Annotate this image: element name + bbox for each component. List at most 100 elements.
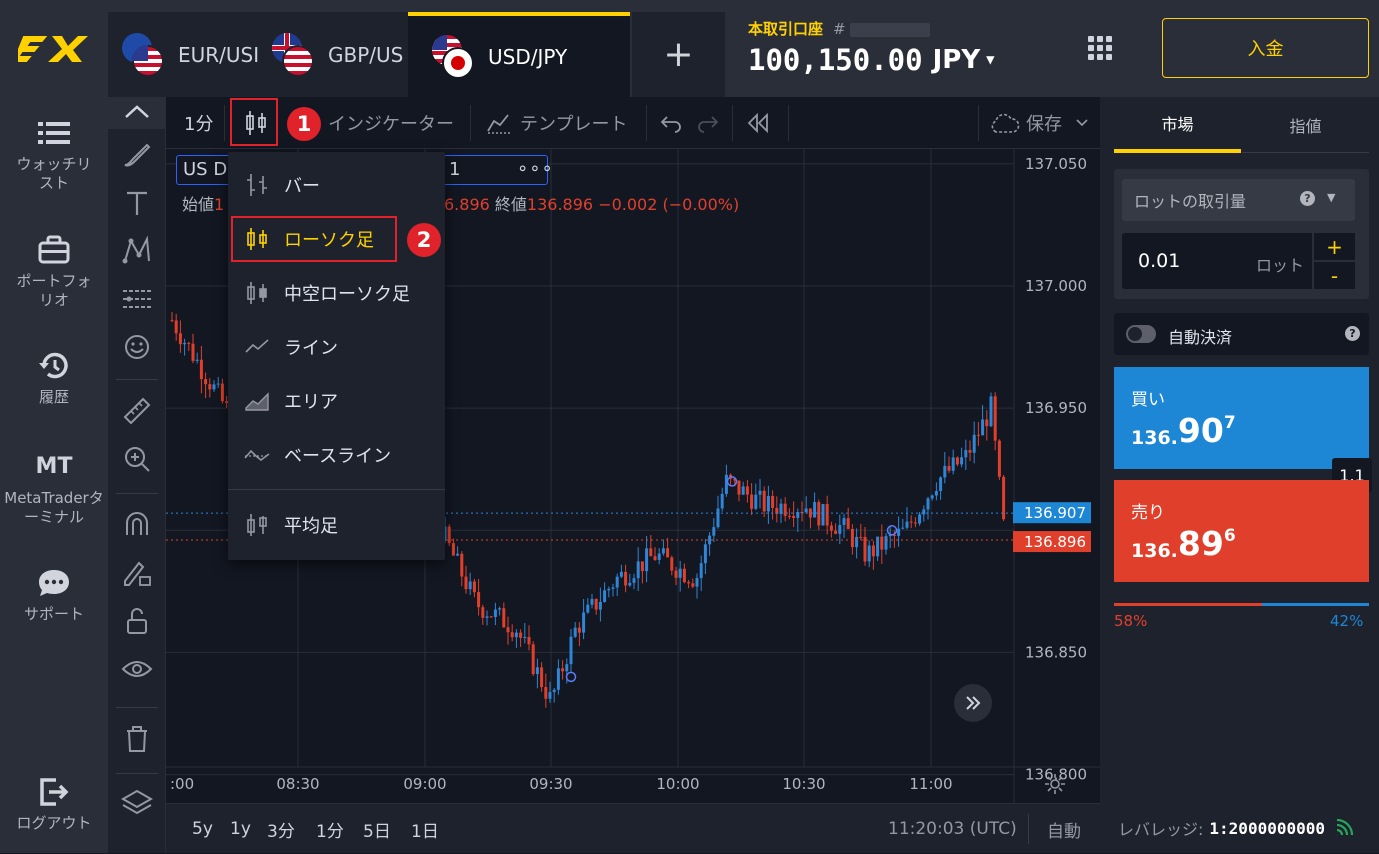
chat-icon — [39, 570, 69, 596]
menu-item-line[interactable]: ライン — [228, 324, 445, 370]
indicators-button[interactable]: インジケーター — [328, 97, 454, 149]
axis-settings-icon[interactable] — [1044, 773, 1066, 795]
candle-body — [477, 592, 481, 608]
candle-body — [871, 545, 875, 557]
menu-item-hollow-candles[interactable]: 中空ローソク足 — [228, 270, 445, 316]
trash-icon[interactable] — [121, 723, 153, 755]
apps-grid-icon[interactable] — [1088, 36, 1112, 60]
menu-item-baseline[interactable]: ベースライン — [228, 432, 445, 478]
help-icon[interactable]: ? — [1345, 326, 1360, 341]
menu-item-heikin-ashi[interactable]: 平均足 — [228, 502, 445, 548]
tab-label: EUR/USI — [178, 42, 258, 67]
brush-icon[interactable] — [121, 139, 153, 171]
auto-scale-button[interactable]: 自動 — [1047, 804, 1081, 854]
layers-icon[interactable] — [121, 787, 153, 819]
nav-label: ポートフォリオ — [16, 272, 92, 309]
menu-item-area[interactable]: エリア — [228, 378, 445, 424]
price-fraction: 6 — [1223, 526, 1236, 546]
fib-tool-icon[interactable] — [121, 283, 153, 315]
price-fraction: 7 — [1223, 413, 1236, 433]
tab-pending[interactable]: 指値 — [1242, 97, 1369, 153]
heikin-ashi-icon — [247, 514, 267, 536]
templates-button[interactable]: テンプレート — [486, 97, 627, 149]
tab-market[interactable]: 市場 — [1114, 97, 1241, 153]
menu-label: 中空ローソク足 — [284, 284, 410, 305]
candle-body — [594, 598, 598, 610]
range-3m[interactable]: 3分 — [267, 804, 295, 854]
range-1d[interactable]: 1日 — [411, 804, 439, 854]
pattern-tool-icon[interactable] — [121, 235, 153, 267]
redo-button[interactable] — [696, 97, 720, 149]
candle-body — [195, 359, 199, 361]
caret-down-icon: ▼ — [986, 52, 995, 68]
range-1y[interactable]: 1y — [230, 804, 251, 854]
y-tick-label: 137.050 — [1025, 155, 1087, 173]
candle-body — [750, 494, 754, 509]
range-5y[interactable]: 5y — [192, 804, 213, 854]
candle-body — [817, 502, 821, 526]
undo-button[interactable] — [659, 97, 683, 149]
auto-close-toggle[interactable] — [1126, 325, 1156, 343]
price-pips: 90 — [1177, 411, 1224, 450]
candle-body — [447, 526, 451, 544]
nav-watchlist[interactable]: ウォッチリスト — [0, 117, 108, 193]
chevron-up-icon — [125, 105, 149, 118]
zoom-in-icon[interactable] — [121, 443, 153, 475]
candle-body — [498, 608, 502, 610]
candle-body — [934, 491, 938, 496]
tab-eur-usd[interactable]: EUR/USI — [108, 12, 258, 97]
exness-logo[interactable] — [0, 0, 108, 97]
tab-gbp-usd[interactable]: GBP/US — [258, 12, 408, 97]
baseline-icon — [244, 449, 270, 462]
candle-body — [485, 616, 489, 618]
emoji-icon[interactable] — [121, 331, 153, 363]
clock-utc[interactable]: 11:20:03 (UTC) — [888, 804, 1017, 854]
candle-body — [544, 687, 548, 699]
ruler-icon[interactable] — [121, 395, 153, 427]
candle-body — [573, 627, 577, 637]
nav-logout[interactable]: ログアウト — [0, 776, 108, 833]
lock-drawing-icon[interactable] — [121, 557, 153, 589]
candle-body — [960, 457, 964, 465]
candle-body — [598, 601, 602, 610]
x-tick-label: 08:30 — [276, 775, 319, 793]
candle-body — [640, 561, 644, 572]
nav-label: 履歴 — [38, 388, 69, 406]
top-bar: EUR/USI GBP/US USD/JPY + 本取引口座 # 100,150.… — [0, 0, 1379, 97]
candle-body — [762, 490, 766, 512]
nav-history[interactable]: 履歴 — [0, 350, 108, 407]
deposit-button[interactable]: 入金 — [1162, 18, 1369, 78]
range-1m[interactable]: 1分 — [316, 804, 344, 854]
lot-increment-button[interactable]: + — [1314, 233, 1355, 260]
account-selector[interactable]: 本取引口座 # 100,150.00 JPY ▼ — [748, 18, 995, 77]
legend-more-icon[interactable]: ∘∘∘ — [517, 158, 554, 179]
buy-price: 136. 90 7 — [1131, 411, 1236, 450]
save-button[interactable]: 保存 — [988, 97, 1090, 149]
nav-metatrader[interactable]: MT MetaTraderターミナル — [0, 451, 108, 527]
lot-decrement-button[interactable]: - — [1314, 262, 1355, 289]
lot-input[interactable]: 0.01 ロット — [1122, 233, 1312, 289]
add-tab-button[interactable]: + — [632, 12, 725, 97]
collapse-toolbar-button[interactable] — [108, 97, 166, 129]
candle-body — [792, 515, 796, 518]
sell-button[interactable]: 売り 136. 89 6 — [1114, 480, 1369, 582]
eye-icon[interactable] — [121, 653, 153, 685]
unlock-icon[interactable] — [121, 605, 153, 637]
tab-usd-jpy[interactable]: USD/JPY — [408, 12, 630, 97]
magnet-icon[interactable] — [121, 509, 153, 541]
scroll-to-latest-button[interactable] — [954, 684, 992, 722]
menu-item-bar[interactable]: バー — [228, 162, 445, 208]
candle-body — [548, 692, 552, 699]
help-icon[interactable]: ? — [1300, 191, 1315, 206]
lot-volume-dropdown[interactable]: ロットの取引量 ? ▼ — [1122, 179, 1355, 221]
replay-button[interactable] — [746, 97, 770, 149]
buy-button[interactable]: 買い 136. 90 7 — [1114, 367, 1369, 469]
text-tool-icon[interactable] — [121, 187, 153, 219]
candle-body — [191, 343, 195, 361]
candle-body — [670, 557, 674, 571]
nav-portfolio[interactable]: ポートフォリオ — [0, 234, 108, 310]
interval-button[interactable]: 1分 — [184, 97, 213, 149]
nav-support[interactable]: サポート — [0, 567, 108, 624]
range-5d[interactable]: 5日 — [363, 804, 391, 854]
candle-body — [208, 384, 212, 390]
